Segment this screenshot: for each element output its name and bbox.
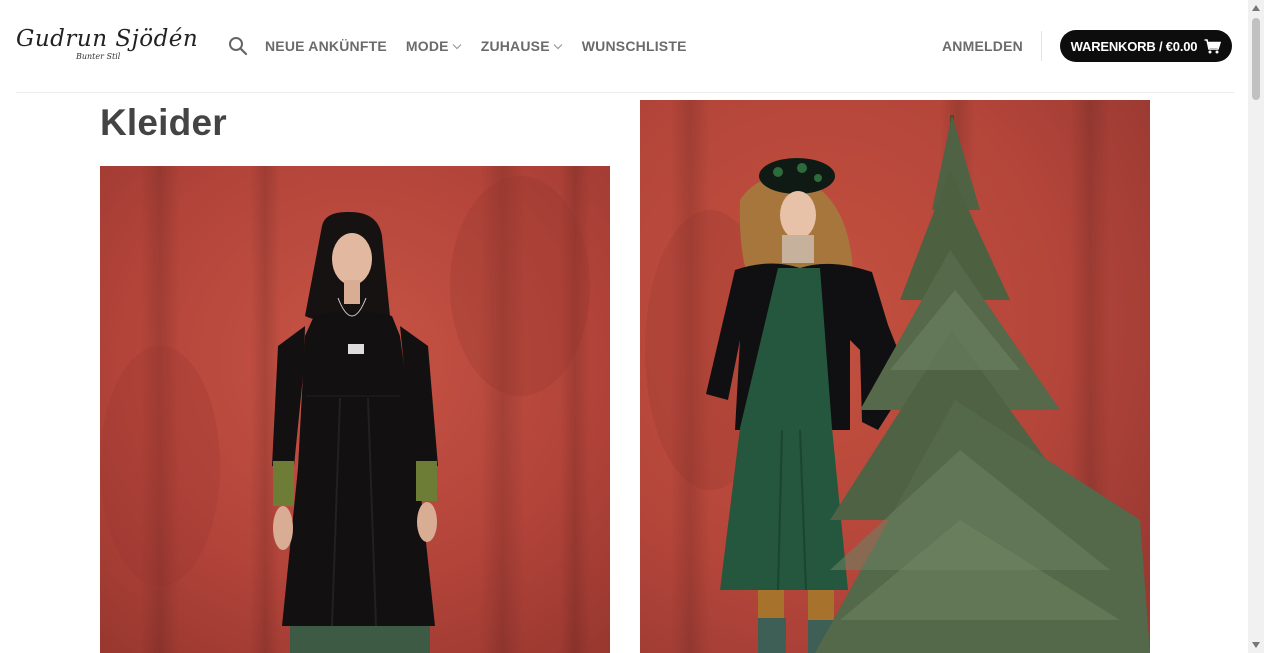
brand-tagline: Bunter Stil	[76, 52, 121, 61]
nav-item-wunschliste[interactable]: WUNSCHLISTE	[582, 38, 687, 54]
product-image-green-dress[interactable]	[640, 100, 1150, 653]
product-photo	[640, 100, 1150, 653]
header-divider-line	[16, 92, 1234, 93]
scroll-up-arrow-icon[interactable]	[1248, 2, 1264, 16]
main-nav: NEUE ANKÜNFTE MODE ZUHAUSE WUNSCHLISTE	[265, 38, 706, 54]
nav-item-zuhause[interactable]: ZUHAUSE	[481, 38, 563, 54]
nav-item-label: NEUE ANKÜNFTE	[265, 38, 387, 54]
scroll-down-arrow-icon[interactable]	[1248, 637, 1264, 651]
header-divider	[1041, 31, 1042, 61]
chevron-down-icon	[452, 43, 462, 49]
login-link[interactable]: ANMELDEN	[942, 38, 1023, 54]
cart-button[interactable]: WARENKORB / €0.00	[1060, 30, 1232, 62]
site-header: Gudrun Sjödén Bunter Stil NEUE ANKÜNFTE …	[0, 0, 1248, 92]
chevron-down-icon	[553, 43, 563, 49]
nav-item-neue-ankuenfte[interactable]: NEUE ANKÜNFTE	[265, 38, 387, 54]
nav-item-label: ZUHAUSE	[480, 38, 550, 54]
scroll-thumb[interactable]	[1252, 18, 1260, 100]
page-title: Kleider	[100, 102, 227, 143]
brand-logo[interactable]: Gudrun Sjödén Bunter Stil	[16, 26, 200, 66]
search-icon[interactable]	[228, 36, 248, 56]
nav-item-mode[interactable]: MODE	[406, 38, 462, 54]
cart-icon	[1204, 38, 1222, 53]
cart-label: WARENKORB / €0.00	[1070, 38, 1198, 54]
product-photo	[100, 166, 610, 653]
nav-item-label: MODE	[405, 38, 449, 54]
page-scrollbar[interactable]	[1248, 0, 1264, 653]
product-image-black-dress[interactable]	[100, 166, 610, 653]
brand-name: Gudrun Sjödén	[16, 26, 199, 52]
nav-item-label: WUNSCHLISTE	[581, 38, 687, 54]
